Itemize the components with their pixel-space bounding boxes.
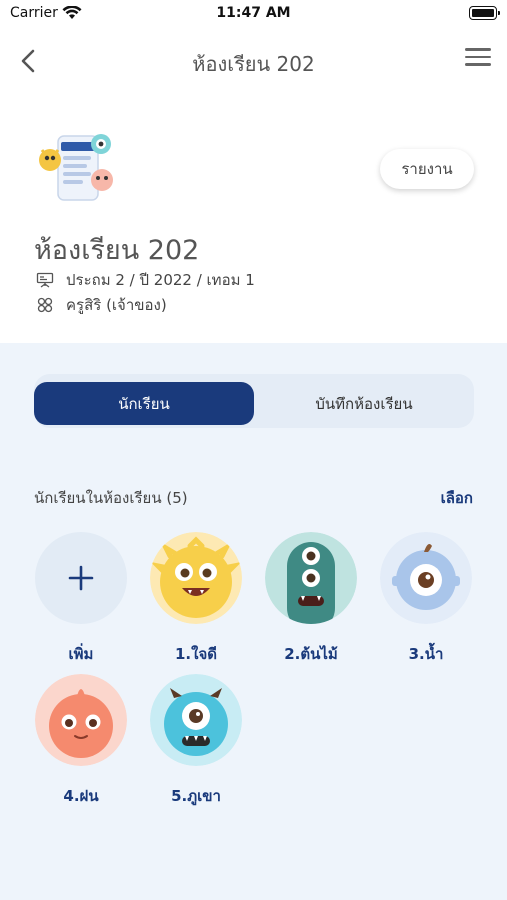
grade-info-row: ประถม 2 / ปี 2022 / เทอม 1 [36,268,255,292]
status-bar: Carrier 11:47 AM [0,0,507,30]
student-name: 1.ใจดี [175,645,217,663]
student-name: 5.ภูเขา [171,787,221,805]
add-student-button[interactable] [35,532,127,624]
group-icon [37,297,53,313]
student-name: 2.ต้นไม้ [284,645,338,663]
student-item[interactable]: 1.ใจดี [146,532,246,666]
segmented-control: นักเรียน บันทึกห้องเรียน [34,374,474,428]
student-avatar[interactable] [150,532,242,624]
select-button[interactable]: เลือก [441,486,473,510]
student-item[interactable]: 5.ภูเขา [146,674,246,808]
student-avatar[interactable] [265,532,357,624]
add-student-label: เพิ่ม [68,645,94,663]
student-item[interactable]: 2.ต้นไม้ [261,532,361,666]
clock: 11:47 AM [216,5,291,21]
student-name: 3.น้ำ [408,645,444,663]
students-section-title: นักเรียนในห้องเรียน (5) [34,489,188,507]
battery-icon [469,6,500,20]
student-item[interactable]: 3.น้ำ [376,532,476,666]
teal-monster-avatar-icon [265,532,357,624]
yellow-monster-avatar-icon [150,532,242,624]
owner-info-row: ครูสิริ (เจ้าของ) [36,293,167,317]
student-item[interactable]: 4.ฝน [31,674,131,808]
owner-info-text: ครูสิริ (เจ้าของ) [66,296,167,314]
cyan-monster-avatar-icon [150,674,242,766]
classroom-name: ห้องเรียน 202 [34,235,200,266]
student-avatar[interactable] [150,674,242,766]
add-student-item[interactable]: เพิ่ม [31,532,131,666]
student-avatar[interactable] [35,674,127,766]
tab-class-log[interactable]: บันทึกห้องเรียน [254,382,474,425]
presentation-board-icon [36,272,54,288]
classroom-illustration [39,134,113,201]
hamburger-menu-icon[interactable] [465,48,491,72]
student-avatar[interactable] [380,532,472,624]
blue-monster-avatar-icon [380,532,472,624]
nav-bar: ห้องเรียน 202 [0,36,507,86]
tab-students[interactable]: นักเรียน [34,382,254,425]
pink-monster-avatar-icon [35,674,127,766]
page-title: ห้องเรียน 202 [192,52,315,76]
grade-info-text: ประถม 2 / ปี 2022 / เทอม 1 [66,271,255,289]
report-button[interactable]: รายงาน [380,149,474,189]
student-name: 4.ฝน [63,787,99,805]
plus-icon [68,565,94,591]
